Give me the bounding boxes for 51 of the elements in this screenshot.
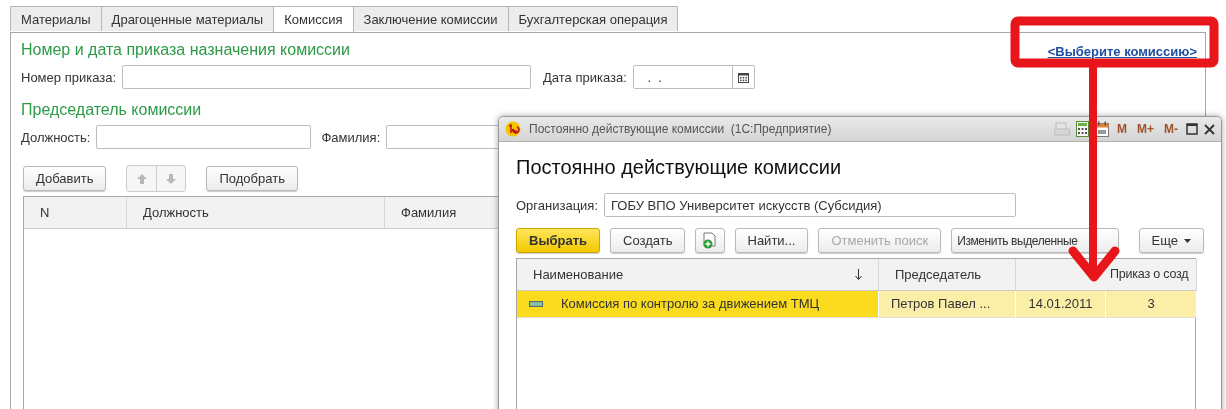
field-label: Дата приказа: bbox=[543, 69, 627, 85]
order-number-field[interactable] bbox=[122, 65, 532, 89]
tab[interactable]: Материалы bbox=[10, 6, 102, 31]
down-arrow-icon bbox=[165, 172, 178, 185]
memory-button[interactable]: M+ bbox=[1135, 122, 1156, 136]
dialog-title: Постоянно действующие комиссии (1С:Предприятие) bbox=[529, 122, 833, 136]
column-header[interactable]: Председатель bbox=[879, 259, 1016, 291]
position-field[interactable] bbox=[96, 125, 312, 149]
tab[interactable]: Бухгалтерская операция bbox=[507, 6, 679, 31]
document-plus-icon bbox=[702, 231, 718, 250]
create-copy-button[interactable] bbox=[695, 228, 725, 253]
table-cell[interactable]: 3 bbox=[1106, 291, 1197, 318]
tab[interactable]: Заключение комиссии bbox=[352, 6, 509, 31]
calculator-icon[interactable] bbox=[1076, 121, 1089, 137]
field-label: Фамилия: bbox=[321, 129, 381, 145]
tab[interactable]: Комиссия bbox=[273, 6, 354, 32]
tab[interactable]: Драгоценные материалы bbox=[100, 6, 275, 31]
more-menu-button[interactable]: Еще bbox=[1138, 228, 1204, 253]
section-heading: Номер и дата приказа назначения комиссии bbox=[21, 41, 350, 59]
select-commission-link[interactable]: <Выберите комиссию> bbox=[1047, 44, 1197, 59]
memory-button[interactable]: M- bbox=[1162, 122, 1180, 136]
caret-icon bbox=[1184, 238, 1191, 243]
toolbar-button[interactable]: Найти... bbox=[734, 228, 809, 253]
add-button[interactable]: Добавить bbox=[23, 166, 107, 191]
select-button[interactable]: Выбрать bbox=[516, 228, 601, 253]
order-date-field[interactable]: . . bbox=[632, 65, 755, 89]
field-label: Должность: bbox=[21, 129, 91, 145]
calendar-icon bbox=[737, 71, 749, 83]
table-cell[interactable]: Петров Павел ... bbox=[879, 291, 1016, 318]
organization-field[interactable]: ГОБУ ВПО Университет искусств (Субсидия) bbox=[604, 193, 1017, 217]
field-label: Номер приказа: bbox=[21, 69, 117, 85]
close-icon[interactable] bbox=[1204, 123, 1215, 135]
table-cell[interactable]: Комиссия по контролю за движением ТМЦ bbox=[517, 291, 879, 318]
up-arrow-icon bbox=[135, 172, 148, 185]
column-header[interactable]: Наименование bbox=[517, 259, 879, 291]
toolbar-button[interactable]: Создать bbox=[610, 228, 686, 253]
memory-button[interactable]: M bbox=[1115, 122, 1129, 136]
maximize-icon[interactable] bbox=[1186, 123, 1198, 135]
app-logo-icon bbox=[505, 121, 521, 137]
column-header[interactable]: N bbox=[24, 197, 127, 228]
section-heading: Председатель комиссии bbox=[21, 101, 202, 119]
field-label: Организация: bbox=[516, 197, 599, 213]
group-item-icon bbox=[529, 301, 543, 307]
pick-button[interactable]: Подобрать bbox=[206, 166, 298, 191]
toolbar-button[interactable]: Изменить выделенные bbox=[951, 228, 1119, 253]
column-header[interactable]: Должность bbox=[127, 197, 385, 228]
sort-arrow-icon bbox=[855, 269, 862, 280]
column-header[interactable]: Приказ о созд bbox=[1106, 259, 1197, 291]
dialog-heading: Постоянно действующие комиссии bbox=[516, 156, 843, 179]
calendar-button[interactable] bbox=[731, 66, 754, 88]
table-cell[interactable]: 14.01.2011 bbox=[1016, 291, 1106, 318]
